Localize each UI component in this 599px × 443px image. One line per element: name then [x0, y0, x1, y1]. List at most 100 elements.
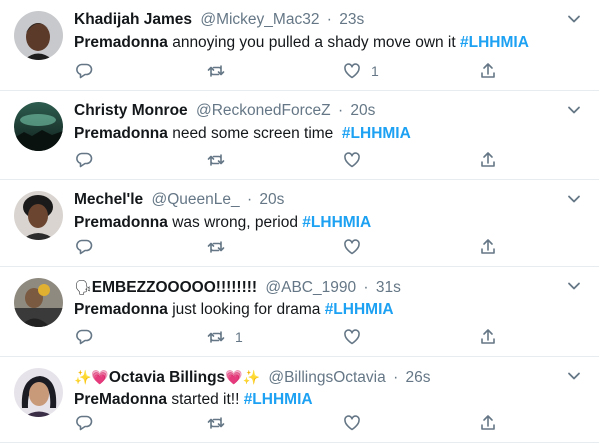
- retweet-button[interactable]: [206, 150, 235, 170]
- display-name[interactable]: Octavia Billings: [109, 369, 225, 386]
- retweet-icon: [207, 417, 225, 429]
- user-handle[interactable]: @Mickey_Mac32: [200, 11, 319, 28]
- heart-icon: [344, 239, 360, 255]
- tweet-actions: [74, 237, 529, 257]
- separator-dot: ·: [363, 279, 369, 296]
- chevron-down-icon[interactable]: [565, 367, 583, 385]
- retweet-button[interactable]: [206, 413, 235, 433]
- bold-text: Premadonna: [74, 125, 168, 142]
- display-name[interactable]: Christy Monroe: [74, 102, 188, 119]
- tweet[interactable]: ✨💗Octavia Billings💗✨ @BillingsOctavia · …: [0, 357, 599, 443]
- chevron-down-icon[interactable]: [565, 277, 583, 295]
- body-text: just looking for drama: [167, 301, 325, 318]
- tweet-header: Christy Monroe @ReckonedForceZ · 20s: [74, 101, 583, 121]
- reply-icon: [76, 239, 93, 255]
- body-text: annoying you pulled a shady move own it: [167, 34, 460, 51]
- retweet-count: 1: [235, 329, 243, 345]
- bold-text: PreMadonna: [74, 391, 168, 408]
- user-handle[interactable]: @ABC_1990: [265, 279, 356, 296]
- user-handle[interactable]: @QueenLe_: [151, 191, 239, 208]
- reply-icon: [76, 152, 93, 168]
- like-button[interactable]: [342, 327, 371, 347]
- tweet-text: Premadonna was wrong, period #LHHMIA: [74, 213, 583, 233]
- chevron-down-icon[interactable]: [565, 190, 583, 208]
- heart-icon: [344, 63, 360, 79]
- tweet-text: PreMadonna started it!! #LHHMIA: [74, 390, 583, 410]
- tweet-header: ✨💗Octavia Billings💗✨ @BillingsOctavia · …: [74, 367, 583, 387]
- timestamp[interactable]: 20s: [350, 102, 375, 119]
- retweet-button[interactable]: [206, 61, 235, 81]
- body-text: was wrong, period: [167, 214, 303, 231]
- share-button[interactable]: [478, 150, 498, 170]
- reply-button[interactable]: [74, 237, 103, 257]
- like-button[interactable]: 1: [342, 61, 379, 81]
- name-emoji: 🗣: [74, 279, 92, 295]
- avatar[interactable]: [14, 368, 63, 417]
- name-emoji-prefix: ✨💗: [74, 369, 109, 385]
- tweet[interactable]: 🗣EMBEZZOOOOO!!!!!!!! @ABC_1990 · 31s Pre…: [0, 267, 599, 357]
- display-name[interactable]: Khadijah James: [74, 11, 192, 28]
- share-button[interactable]: [478, 413, 498, 433]
- bold-text: Premadonna: [74, 301, 168, 318]
- timestamp[interactable]: 26s: [406, 369, 431, 386]
- bold-text: Premadonna: [74, 214, 168, 231]
- share-button[interactable]: [478, 61, 498, 81]
- like-button[interactable]: [342, 237, 371, 257]
- chevron-down-icon[interactable]: [565, 10, 583, 28]
- avatar[interactable]: [14, 102, 63, 151]
- separator-dot: ·: [393, 369, 399, 386]
- share-button[interactable]: [478, 237, 498, 257]
- body-text: started it!!: [167, 391, 244, 408]
- tweet-actions: 1: [74, 327, 529, 347]
- tweet[interactable]: Khadijah James @Mickey_Mac32 · 23s Prema…: [0, 0, 599, 91]
- bold-text: Premadonna: [74, 34, 168, 51]
- retweet-icon: [207, 65, 225, 77]
- retweet-icon: [207, 331, 225, 343]
- user-handle[interactable]: @BillingsOctavia: [268, 369, 385, 386]
- separator-dot: ·: [326, 11, 332, 28]
- share-icon: [481, 415, 495, 430]
- share-icon: [481, 239, 495, 254]
- body-text: need some screen time: [167, 125, 342, 142]
- hashtag-link[interactable]: #LHHMIA: [342, 125, 411, 142]
- chevron-down-icon[interactable]: [565, 101, 583, 119]
- retweet-icon: [207, 154, 225, 166]
- tweet-actions: [74, 150, 529, 170]
- tweet-header: 🗣EMBEZZOOOOO!!!!!!!! @ABC_1990 · 31s: [74, 277, 583, 297]
- reply-button[interactable]: [74, 150, 103, 170]
- share-button[interactable]: [478, 327, 498, 347]
- heart-icon: [344, 329, 360, 345]
- tweet[interactable]: Christy Monroe @ReckonedForceZ · 20s Pre…: [0, 91, 599, 180]
- avatar[interactable]: [14, 11, 63, 60]
- hashtag-link[interactable]: #LHHMIA: [325, 301, 394, 318]
- like-count: 1: [371, 63, 379, 79]
- retweet-icon: [207, 241, 225, 253]
- user-handle[interactable]: @ReckonedForceZ: [196, 102, 331, 119]
- display-name[interactable]: EMBEZZOOOOO!!!!!!!!: [92, 279, 257, 296]
- timestamp[interactable]: 20s: [259, 191, 284, 208]
- avatar[interactable]: [14, 278, 63, 327]
- retweet-button[interactable]: [206, 237, 235, 257]
- reply-icon: [76, 415, 93, 431]
- reply-button[interactable]: [74, 413, 103, 433]
- like-button[interactable]: [342, 150, 371, 170]
- heart-icon: [344, 415, 360, 431]
- tweet-header: Mechel'le @QueenLe_ · 20s: [74, 190, 583, 210]
- timeline-feed: Khadijah James @Mickey_Mac32 · 23s Prema…: [0, 0, 599, 443]
- hashtag-link[interactable]: #LHHMIA: [244, 391, 313, 408]
- like-button[interactable]: [342, 413, 371, 433]
- timestamp[interactable]: 31s: [376, 279, 401, 296]
- reply-button[interactable]: [74, 327, 103, 347]
- reply-button[interactable]: [74, 61, 103, 81]
- timestamp[interactable]: 23s: [339, 11, 364, 28]
- separator-dot: ·: [246, 191, 253, 208]
- retweet-button[interactable]: 1: [206, 327, 243, 347]
- hashtag-link[interactable]: #LHHMIA: [460, 34, 529, 51]
- tweet[interactable]: Mechel'le @QueenLe_ · 20s Premadonna was…: [0, 180, 599, 267]
- avatar[interactable]: [14, 191, 63, 240]
- tweet-text: Premadonna need some screen time #LHHMIA: [74, 124, 583, 144]
- display-name[interactable]: Mechel'le: [74, 191, 143, 208]
- share-icon: [481, 152, 495, 167]
- tweet-text: Premadonna annoying you pulled a shady m…: [74, 33, 583, 53]
- hashtag-link[interactable]: #LHHMIA: [302, 214, 371, 231]
